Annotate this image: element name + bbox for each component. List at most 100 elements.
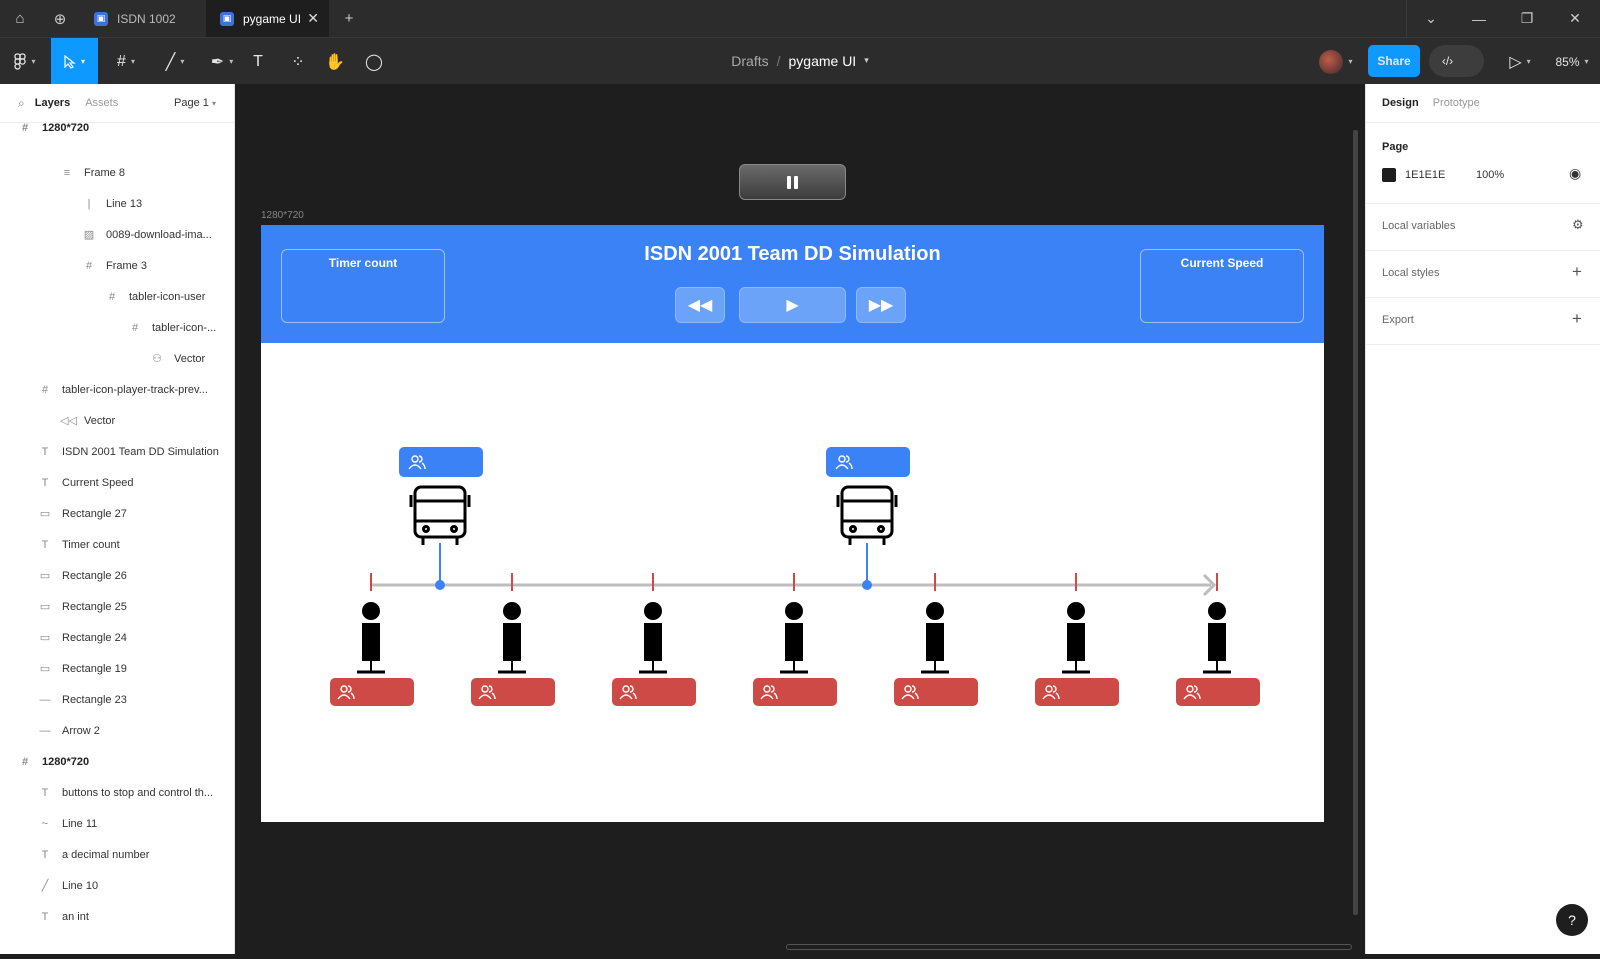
page-color-swatch[interactable] [1382,168,1396,182]
frame-label[interactable]: 1280*720 [261,210,304,221]
header-bar: Timer count ISDN 2001 Team DD Simulation… [261,225,1324,343]
title-bar: ⌂ ⊕ ▣ ISDN 1002 ▣ pygame UI ✕ + ⌄ — ❐ ✕ [0,0,1600,37]
local-styles-label: Local styles [1382,267,1440,279]
bus-passenger-badge[interactable] [826,447,910,477]
layer-item[interactable]: #1280*720 [18,112,89,143]
layer-item[interactable]: Tan int [38,901,89,932]
layer-item[interactable]: ▭ Rectangle 24 [38,622,127,653]
resources-button[interactable]: ⁘ [285,38,311,85]
present-button[interactable]: ▷ ▾ [1500,38,1540,85]
layer-label: 0089-download-ima... [106,228,212,241]
layer-item[interactable]: — Arrow 2 [38,715,100,746]
eye-icon[interactable]: ◉ [1569,165,1581,182]
hand-tool-button[interactable]: ✋ [322,38,348,85]
vertical-scrollbar[interactable] [1353,130,1358,915]
avatar-button[interactable]: ▾ [1312,38,1360,85]
page-opacity-value[interactable]: 100% [1476,169,1504,181]
chevron-down-icon[interactable]: ▾ [864,55,869,66]
file-name[interactable]: pygame UI [789,53,857,69]
layer-item[interactable]: ▭ Rectangle 27 [38,498,127,529]
layer-item[interactable]: ▭ Rectangle 25 [38,591,127,622]
layer-label: Rectangle 26 [62,569,127,582]
layer-label: Current Speed [62,476,134,489]
layer-item[interactable]: ▭ Rectangle 26 [38,560,127,591]
tab-design[interactable]: Design [1382,97,1419,109]
layer-item[interactable]: ~ Line 11 [38,808,98,839]
layer-item[interactable]: # Frame 3 [82,250,147,281]
layer-item[interactable]: | Line 13 [82,188,143,219]
layer-label: Frame 8 [84,166,125,179]
route-diagram [357,485,1231,674]
simulation-frame[interactable]: Timer count ISDN 2001 Team DD Simulation… [261,225,1324,822]
diagonal-line-icon: ╱ [41,880,49,892]
pen-tool-button[interactable]: ✒ ▾ [202,38,242,85]
page-color-value[interactable]: 1E1E1E [1405,169,1445,181]
zoom-dropdown[interactable]: 85% ▾ [1548,38,1596,85]
tab-pygame-ui[interactable]: ▣ pygame UI ✕ [206,0,329,37]
add-icon[interactable]: + [1572,262,1582,282]
layer-item[interactable]: T ISDN 2001 Team DD Simulation [38,436,219,467]
bus-passenger-badge[interactable] [399,447,483,477]
fast-forward-button[interactable]: ▶▶ [856,287,906,323]
breadcrumb-drafts[interactable]: Drafts [731,53,768,69]
layer-item[interactable]: Ta decimal number [38,839,150,870]
frame-tool-button[interactable]: # ▾ [106,38,146,85]
layer-item[interactable]: # tabler-icon-... [128,312,216,343]
close-tab-icon[interactable]: ✕ [307,10,319,27]
layer-item[interactable]: T Current Speed [38,467,134,498]
play-button[interactable]: ▶ [739,287,846,323]
comment-tool-button[interactable]: ◯ [361,38,387,85]
layer-item[interactable]: # tabler-icon-user [105,281,205,312]
tab-prototype[interactable]: Prototype [1433,97,1480,109]
horizontal-scrollbar[interactable] [786,944,1352,950]
layer-item[interactable]: ⚇ Vector [150,343,205,374]
users-icon [478,684,496,703]
stop-passenger-badge[interactable] [894,678,978,706]
bus-stop [1203,573,1231,674]
help-button[interactable]: ? [1556,904,1588,936]
layer-label: Vector [174,352,206,365]
line-icon: | [87,197,91,210]
close-window-icon[interactable]: ✕ [1551,0,1599,37]
layer-item[interactable]: Tbuttons to stop and control th... [38,777,213,808]
stop-passenger-badge[interactable] [330,678,414,706]
tab-assets[interactable]: Assets [85,97,118,109]
variables-icon[interactable]: ⚙ [1572,217,1584,233]
page-select[interactable]: Page 1 ▾ [174,97,216,109]
shape-tool-button[interactable]: ╱ ▾ [155,38,195,85]
dev-mode-toggle[interactable]: ‹/› [1429,45,1484,77]
stop-passenger-badge[interactable] [1176,678,1260,706]
layer-item[interactable]: ▭ Rectangle 19 [38,653,127,684]
layer-item[interactable]: ╱ Line 10 [38,870,98,901]
pause-button[interactable] [739,164,846,200]
chevron-down-icon[interactable]: ⌄ [1407,0,1455,37]
current-speed-label: Current Speed [1180,256,1264,270]
main-menu-button[interactable]: ▾ [0,38,50,85]
stop-passenger-badge[interactable] [612,678,696,706]
globe-icon[interactable]: ⊕ [40,0,80,37]
share-button[interactable]: Share [1368,45,1420,77]
avatar [1319,49,1344,74]
layer-item[interactable]: ≡ Frame 8 [60,157,125,188]
layer-item[interactable]: #1280*720 [18,746,89,777]
add-icon[interactable]: + [1572,309,1582,329]
tab-isdn-1002[interactable]: ▣ ISDN 1002 [80,0,205,37]
stop-passenger-badge[interactable] [1035,678,1119,706]
line-icon: ╱ [165,53,176,71]
layer-item[interactable]: ▨ 0089-download-ima... [82,219,212,250]
restore-icon[interactable]: ❐ [1503,0,1551,37]
tab-layers[interactable]: Layers [35,97,70,109]
new-tab-icon[interactable]: + [329,0,369,37]
layer-item[interactable]: — Rectangle 23 [38,684,127,715]
minimize-icon[interactable]: — [1455,0,1503,37]
stop-passenger-badge[interactable] [471,678,555,706]
layer-item[interactable]: # tabler-icon-player-track-prev... [38,374,208,405]
layer-item[interactable]: ◁◁ Vector [60,405,115,436]
rewind-button[interactable]: ◀◀ [675,287,725,323]
move-tool-button[interactable]: ▾ [51,38,98,85]
layer-item[interactable]: T Timer count [38,529,120,560]
stop-passenger-badge[interactable] [753,678,837,706]
search-icon[interactable]: ⌕ [18,96,25,111]
home-icon[interactable]: ⌂ [0,0,40,37]
text-tool-button[interactable]: T [245,38,271,85]
